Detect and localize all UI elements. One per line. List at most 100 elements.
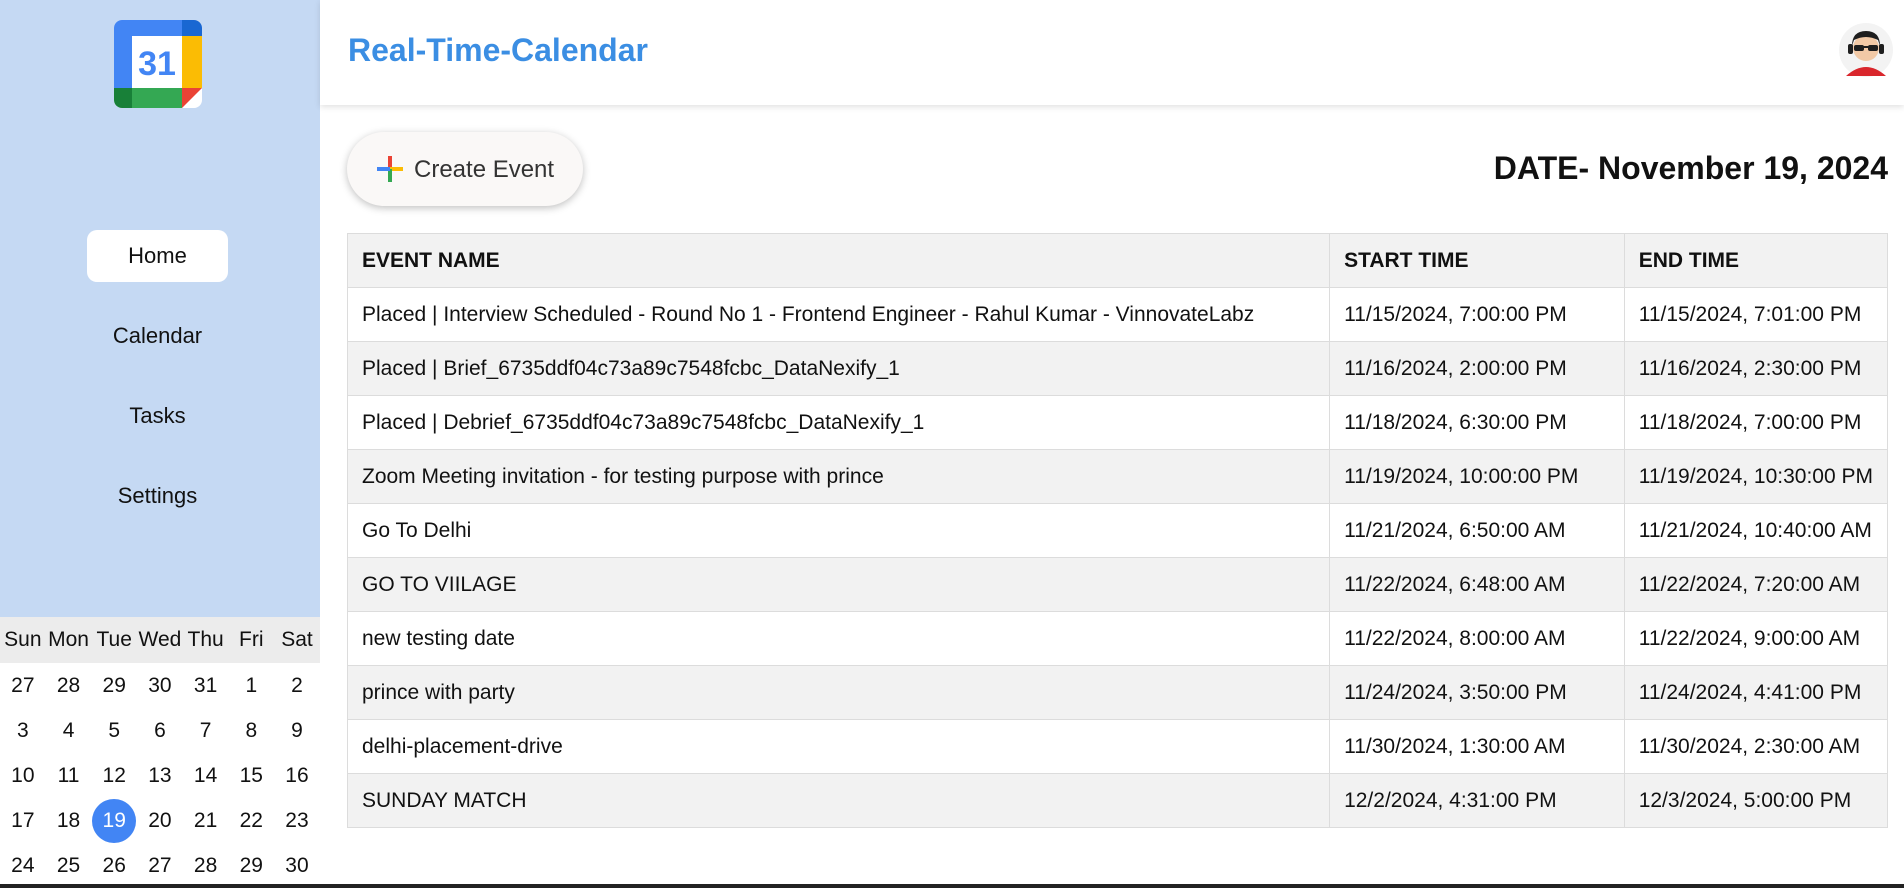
mini-calendar-day[interactable]: 5 — [91, 708, 137, 753]
column-header-end-time[interactable]: END TIME — [1623, 233, 1889, 288]
mini-calendar-day[interactable]: 30 — [274, 843, 320, 888]
start-time-cell: 11/22/2024, 8:00:00 AM — [1329, 611, 1625, 666]
day-number: 19 — [92, 799, 137, 843]
mini-calendar-day[interactable]: 24 — [0, 843, 46, 888]
start-time-cell: 11/24/2024, 3:50:00 PM — [1329, 665, 1625, 720]
mini-calendar-day[interactable]: 21 — [183, 798, 229, 843]
mini-calendar-day[interactable]: 1 — [228, 663, 274, 708]
end-time-cell: 11/22/2024, 7:20:00 AM — [1623, 557, 1889, 612]
day-number: 31 — [193, 674, 218, 697]
mini-calendar-day[interactable]: 17 — [0, 798, 46, 843]
create-event-button[interactable]: Create Event — [347, 132, 583, 206]
mini-calendar-day[interactable]: 23 — [274, 798, 320, 843]
day-number: 3 — [17, 719, 29, 742]
mini-calendar-day[interactable]: 25 — [46, 843, 92, 888]
sidebar-item-calendar[interactable]: Calendar — [87, 310, 228, 362]
sidebar-item-settings[interactable]: Settings — [87, 470, 228, 522]
weekday-label: Sun — [4, 628, 42, 651]
logo-text: 31 — [138, 45, 176, 83]
event-name-cell: GO TO VIILAGE — [346, 557, 1331, 612]
mini-calendar-day[interactable]: 28 — [183, 843, 229, 888]
day-number: 26 — [102, 854, 126, 877]
mini-calendar-day[interactable]: 2 — [274, 663, 320, 708]
mini-calendar-day[interactable]: 4 — [46, 708, 92, 753]
start-time-cell: 12/2/2024, 4:31:00 PM — [1329, 773, 1625, 828]
table-row[interactable]: delhi-placement-drive 11/30/2024, 1:30:00… — [346, 719, 1889, 774]
day-number: 5 — [108, 719, 121, 742]
mini-calendar-day[interactable]: 7 — [183, 708, 229, 753]
mini-calendar-day[interactable]: 3 — [0, 708, 46, 753]
column-header-event-name[interactable]: EVENT NAME — [346, 233, 1331, 288]
table-row[interactable]: GO TO VIILAGE 11/22/2024, 6:48:00 AM 11/22… — [346, 557, 1889, 612]
table-row[interactable]: Placed | Debrief_6735ddf04c73a89c7548fcb… — [346, 395, 1889, 450]
day-number: 13 — [148, 764, 172, 787]
weekday-label: Wed — [138, 628, 182, 651]
day-number: 30 — [285, 854, 309, 877]
column-header-start-time[interactable]: START TIME — [1329, 233, 1625, 288]
mini-calendar-day[interactable]: 16 — [274, 753, 320, 798]
day-number: 22 — [239, 809, 263, 832]
sidebar-item-home[interactable]: Home — [87, 230, 228, 282]
events-table-body: Placed | Interview Scheduled - Round No … — [346, 287, 1889, 828]
mini-calendar-day[interactable]: 8 — [228, 708, 274, 753]
mini-calendar-day[interactable]: 12 — [91, 753, 137, 798]
mini-calendar-day[interactable]: 15 — [228, 753, 274, 798]
mini-calendar-day[interactable]: 28 — [46, 663, 92, 708]
mini-calendar-day[interactable]: 14 — [183, 753, 229, 798]
day-number: 9 — [291, 719, 303, 742]
start-time-cell: 11/19/2024, 10:00:00 PM — [1329, 449, 1625, 504]
mini-calendar-day[interactable]: 18 — [46, 798, 92, 843]
mini-calendar-day[interactable]: 10 — [0, 753, 46, 798]
mini-calendar-day[interactable]: 30 — [137, 663, 183, 708]
day-number: 28 — [56, 674, 81, 697]
day-number: 27 — [148, 854, 172, 877]
event-name-cell: Placed | Debrief_6735ddf04c73a89c7548fcb… — [346, 395, 1331, 450]
day-number: 7 — [199, 719, 212, 742]
mini-calendar-day[interactable]: 27 — [137, 843, 183, 888]
mini-calendar-day-today[interactable]: 19 — [91, 798, 137, 843]
mini-calendar-day[interactable]: 6 — [137, 708, 183, 753]
sidebar: 31 Home Calendar Tasks Settings Sun Mon … — [0, 0, 320, 888]
mini-calendar-day[interactable]: 27 — [0, 663, 46, 708]
weekday-label: Sat — [281, 628, 313, 651]
event-name-cell: Placed | Interview Scheduled - Round No … — [346, 287, 1331, 342]
day-number: 29 — [102, 674, 126, 697]
end-time-cell: 11/15/2024, 7:01:00 PM — [1623, 287, 1889, 342]
start-time-cell: 11/21/2024, 6:50:00 AM — [1329, 503, 1625, 558]
google-calendar-icon[interactable]: 31 — [112, 18, 204, 110]
table-row[interactable]: Zoom Meeting invitation - for testing pu… — [346, 449, 1889, 504]
mini-calendar: Sun Mon Tue Wed Thu Fri Sat 27 28 29 30 31 1 2… — [0, 617, 320, 888]
mini-calendar-day[interactable]: 9 — [274, 708, 320, 753]
table-row[interactable]: new testing date 11/22/2024, 8:00:00 AM 11… — [346, 611, 1889, 666]
end-time-cell: 11/21/2024, 10:40:00 AM — [1623, 503, 1889, 558]
mini-calendar-day[interactable]: 22 — [228, 798, 274, 843]
end-time-cell: 12/3/2024, 5:00:00 PM — [1623, 773, 1889, 828]
table-row[interactable]: Placed | Interview Scheduled - Round No … — [346, 287, 1889, 342]
start-time-cell: 11/22/2024, 6:48:00 AM — [1329, 557, 1625, 612]
mini-calendar-day[interactable]: 31 — [183, 663, 229, 708]
start-time-cell: 11/30/2024, 1:30:00 AM — [1329, 719, 1625, 774]
mini-calendar-day[interactable]: 20 — [137, 798, 183, 843]
start-time-cell: 11/18/2024, 6:30:00 PM — [1329, 395, 1625, 450]
mini-calendar-day[interactable]: 11 — [46, 753, 92, 798]
weekday-label: Thu — [187, 628, 224, 651]
current-date-heading: DATE- November 19, 2024 — [1493, 150, 1888, 186]
table-row[interactable]: prince with party 11/24/2024, 3:50:00 PM 1… — [346, 665, 1889, 720]
user-avatar-icon[interactable] — [1838, 22, 1894, 78]
weekday-label: Mon — [48, 628, 89, 651]
day-number: 14 — [193, 764, 218, 787]
mini-calendar-day[interactable]: 26 — [91, 843, 137, 888]
sidebar-item-tasks[interactable]: Tasks — [87, 390, 228, 442]
create-event-label: Create Event — [414, 156, 555, 183]
header: Real-Time-Calendar — [320, 0, 1904, 105]
table-row[interactable]: Placed | Brief_6735ddf04c73a89c7548fcbc_… — [346, 341, 1889, 396]
table-header-row: EVENT NAME START TIME END TIME — [346, 233, 1889, 288]
mini-calendar-day[interactable]: 29 — [228, 843, 274, 888]
table-row[interactable]: Go To Delhi 11/21/2024, 6:50:00 AM 11/21/2… — [346, 503, 1889, 558]
event-name-cell: new testing date — [346, 611, 1331, 666]
mini-calendar-days: 27 28 29 30 31 1 2 3 4 5 6 7 8 9 10 11 12 13 14 15 16 17 18 19 2… — [0, 663, 320, 888]
table-row[interactable]: SUNDAY MATCH 12/2/2024, 4:31:00 PM 12/3/20… — [346, 773, 1889, 828]
mini-calendar-day[interactable]: 13 — [137, 753, 183, 798]
mini-calendar-day[interactable]: 29 — [91, 663, 137, 708]
day-number: 12 — [102, 764, 126, 787]
